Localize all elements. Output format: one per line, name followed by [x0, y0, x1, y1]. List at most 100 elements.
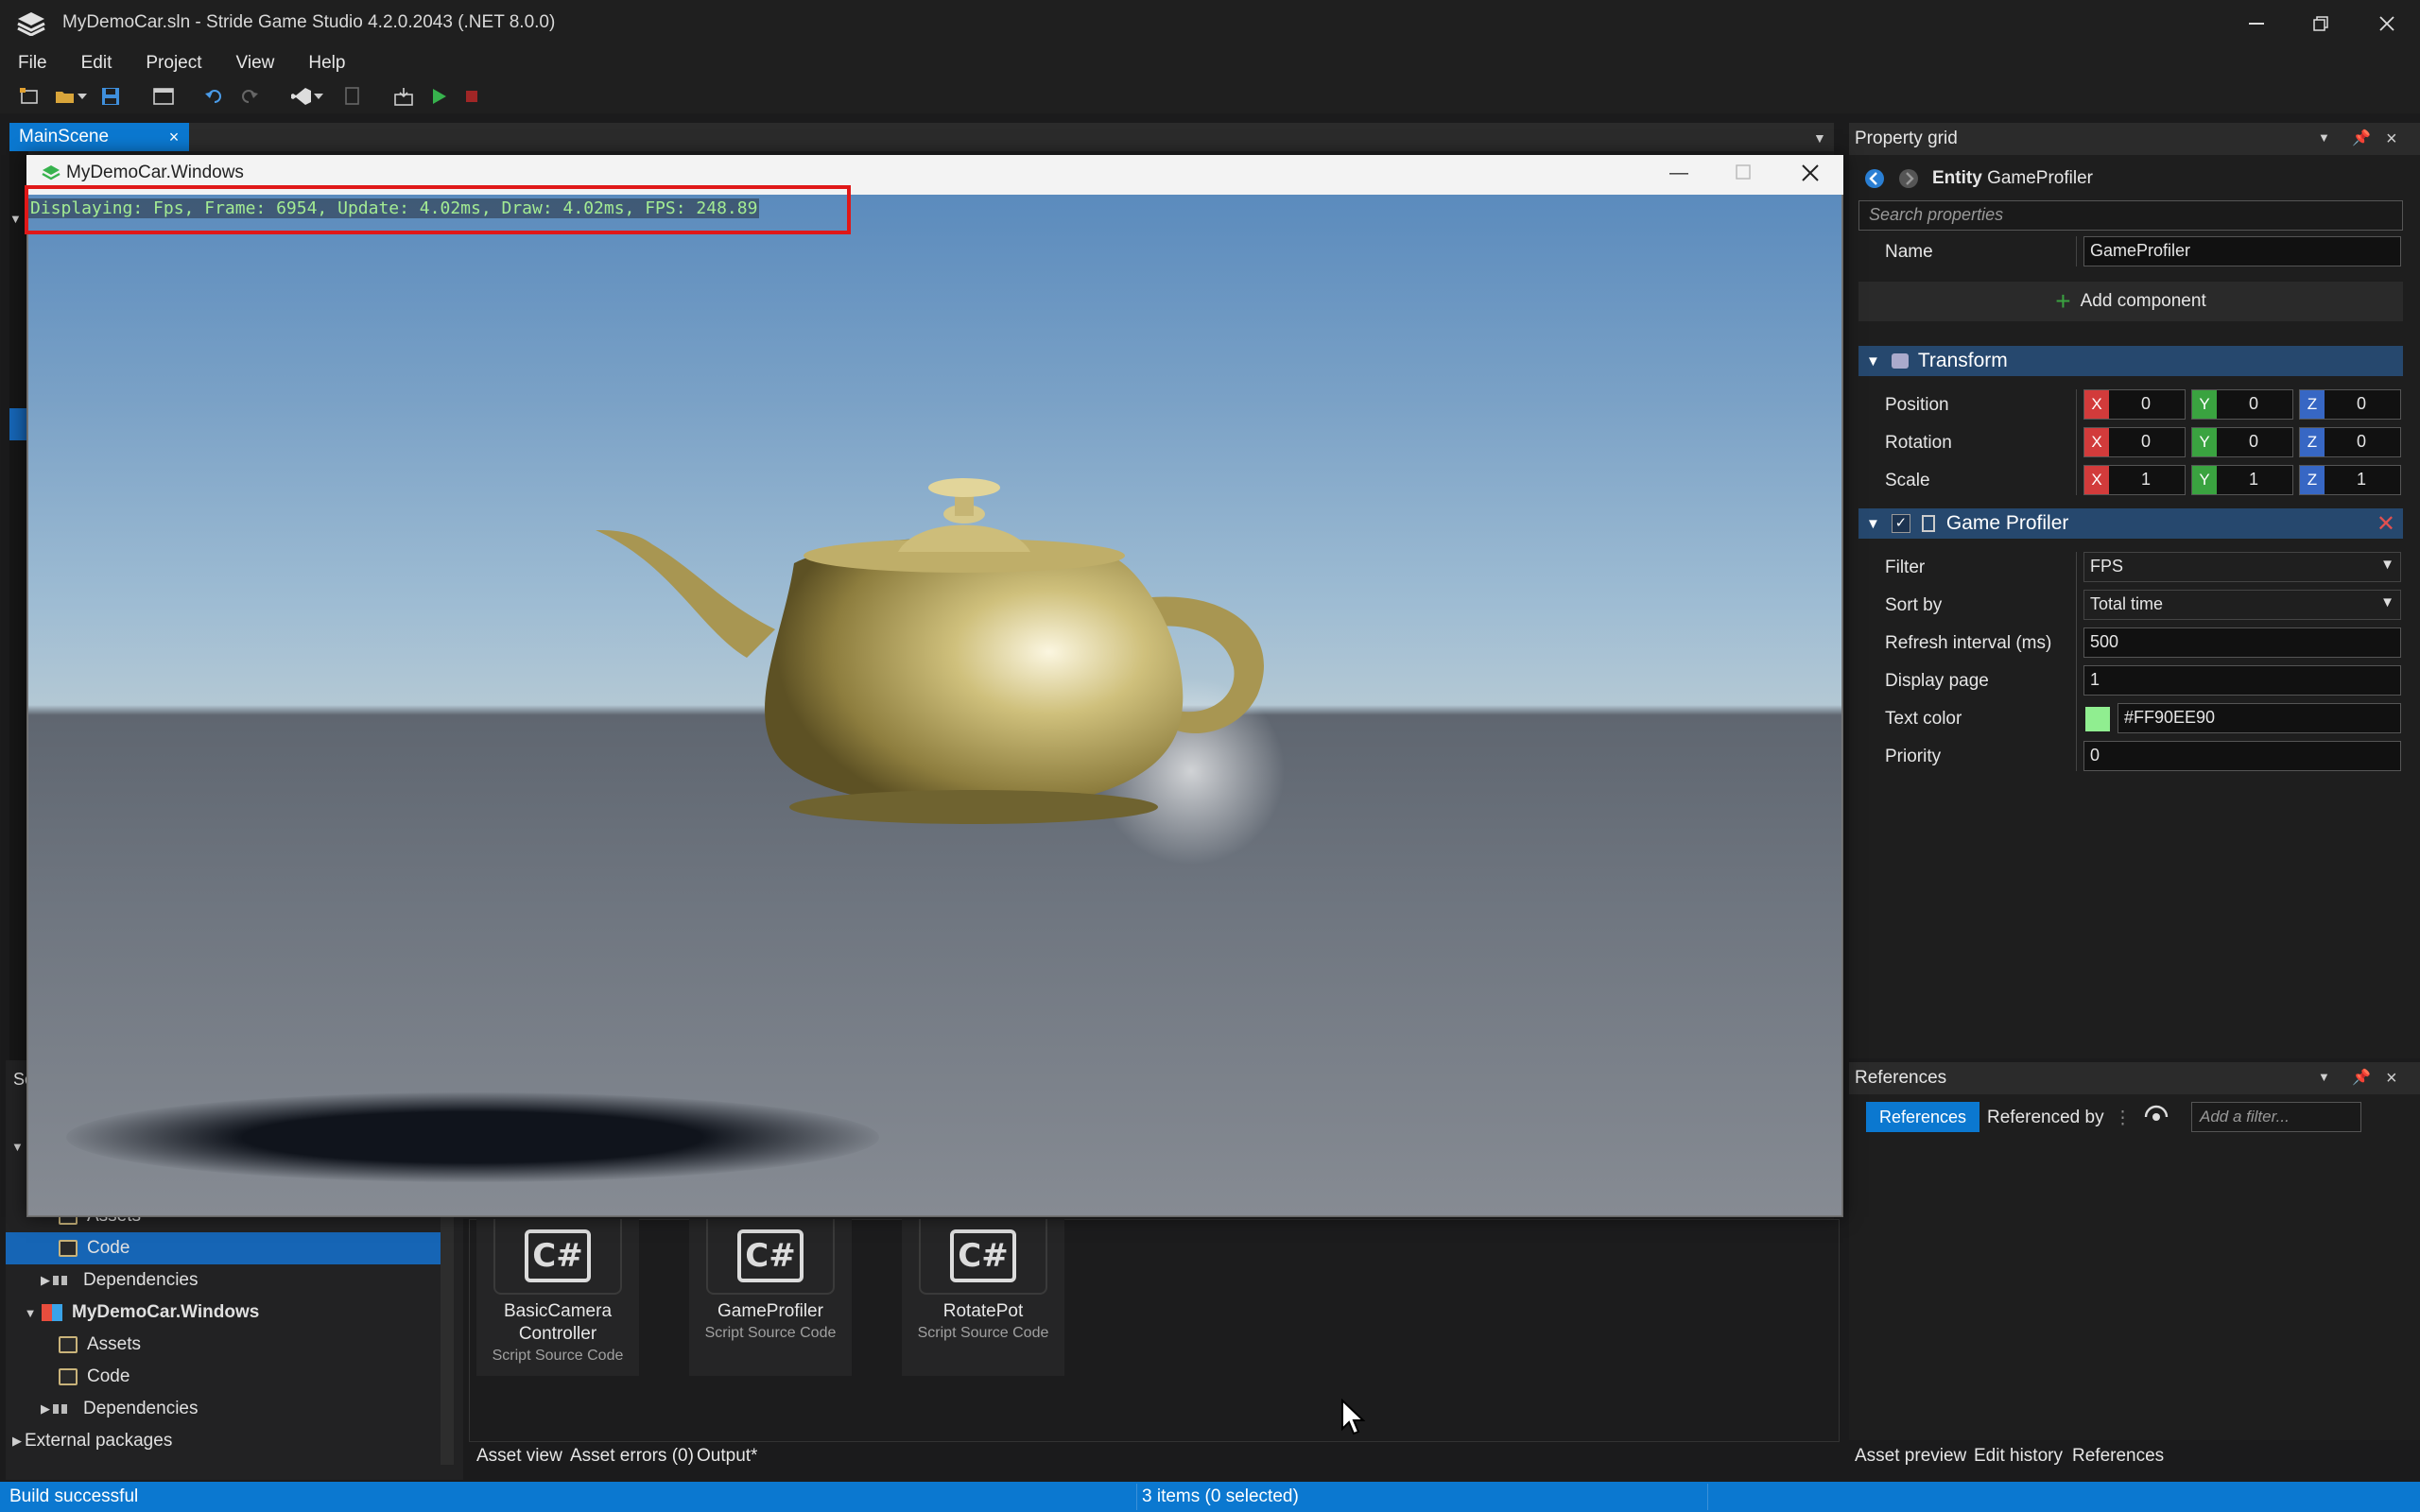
package-icon[interactable]: [391, 85, 416, 108]
enabled-checkbox[interactable]: ✓: [1891, 514, 1910, 533]
tab-overflow-icon[interactable]: ▼: [1813, 130, 1826, 146]
redo-icon[interactable]: [236, 85, 261, 108]
position-y-field[interactable]: Y0: [2191, 389, 2293, 420]
tab-mainscene[interactable]: MainScene: [9, 123, 189, 151]
rotation-x-field[interactable]: X0: [2083, 427, 2186, 457]
save-icon[interactable]: [98, 85, 123, 108]
expand-arrow-icon[interactable]: ▶: [38, 1401, 53, 1417]
transform-section-header[interactable]: ▼ Transform: [1858, 346, 2403, 376]
position-z-field[interactable]: Z0: [2299, 389, 2401, 420]
collapse-arrow-icon[interactable]: ▼: [1866, 516, 1880, 532]
tab-references[interactable]: References: [2072, 1446, 2164, 1467]
tab-output[interactable]: Output*: [697, 1446, 757, 1467]
rotation-z-field[interactable]: Z0: [2299, 427, 2401, 457]
back-icon[interactable]: [1864, 168, 1885, 195]
visual-studio-icon[interactable]: [289, 85, 314, 108]
layout-icon[interactable]: [151, 85, 176, 108]
game-minimize-button[interactable]: —: [1669, 163, 1688, 184]
tab-asset-view[interactable]: Asset view: [476, 1446, 562, 1467]
asset-basiccameracontroller[interactable]: C# BasicCamera Controller Script Source C…: [476, 1219, 639, 1376]
collapse-arrow-icon[interactable]: ▼: [1866, 353, 1880, 369]
pin-icon[interactable]: 📌: [2352, 1068, 2371, 1087]
panel-menu-icon[interactable]: ▼: [2318, 130, 2330, 145]
axis-x-badge: X: [2084, 428, 2109, 456]
expand-arrow-icon[interactable]: ▶: [38, 1273, 53, 1288]
axis-y-badge: Y: [2192, 466, 2217, 494]
close-tab-icon[interactable]: ×: [164, 128, 183, 146]
tab-asset-preview[interactable]: Asset preview: [1855, 1446, 1966, 1467]
add-component-label: Add component: [2080, 291, 2206, 311]
status-separator: [1707, 1484, 1708, 1510]
restore-button[interactable]: [2297, 8, 2344, 40]
menu-view[interactable]: View: [228, 53, 285, 74]
display-page-field[interactable]: 1: [2083, 665, 2401, 696]
panel-menu-icon[interactable]: ▼: [2318, 1070, 2330, 1084]
forward-icon[interactable]: [1898, 168, 1919, 195]
new-project-icon[interactable]: [17, 85, 42, 108]
vector-value: 0: [2140, 394, 2151, 413]
show-hidden-icon[interactable]: [2144, 1104, 2169, 1128]
add-component-button[interactable]: + Add component: [1858, 282, 2403, 321]
undo-icon[interactable]: [202, 85, 227, 108]
text-color-field[interactable]: #FF90EE90: [2118, 703, 2401, 733]
sortby-dropdown[interactable]: Total time ▼: [2083, 590, 2401, 620]
references-toggle[interactable]: References: [1866, 1102, 1979, 1132]
scale-z-field[interactable]: Z1: [2299, 465, 2401, 495]
expand-arrow-icon[interactable]: ▶: [9, 1434, 25, 1449]
referenced-by-toggle[interactable]: Referenced by: [1987, 1108, 2104, 1128]
play-icon[interactable]: [427, 85, 452, 108]
menu-help[interactable]: Help: [300, 53, 355, 74]
game-close-button[interactable]: [1802, 164, 1819, 187]
text-color-swatch[interactable]: [2085, 707, 2110, 731]
priority-field[interactable]: 0: [2083, 741, 2401, 771]
game-viewport[interactable]: [28, 195, 1841, 1215]
asset-rotatepot[interactable]: C# RotatePot Script Source Code: [902, 1219, 1064, 1376]
tree-item-label: Code: [87, 1238, 130, 1258]
tree-item-assets[interactable]: Assets: [6, 1329, 441, 1361]
rotation-y-field[interactable]: Y0: [2191, 427, 2293, 457]
expand-arrow-icon[interactable]: ▼: [9, 212, 22, 226]
close-panel-icon[interactable]: ×: [2386, 129, 2397, 150]
menu-file[interactable]: File: [9, 53, 58, 74]
scale-y-field[interactable]: Y1: [2191, 465, 2293, 495]
tab-asset-errors[interactable]: Asset errors (0): [570, 1446, 694, 1467]
vector-value: 0: [2356, 432, 2366, 451]
name-field[interactable]: GameProfiler: [2083, 236, 2401, 266]
menu-edit[interactable]: Edit: [73, 53, 123, 74]
filter-dropdown[interactable]: FPS ▼: [2083, 552, 2401, 582]
game-profiler-section-header[interactable]: ▼ ✓ Game Profiler ✕: [1858, 508, 2403, 539]
column-separator: [2076, 552, 2077, 771]
pin-icon[interactable]: 📌: [2352, 129, 2371, 147]
tab-edit-history[interactable]: Edit history: [1974, 1446, 2063, 1467]
scale-x-field[interactable]: X1: [2083, 465, 2186, 495]
position-x-field[interactable]: X0: [2083, 389, 2186, 420]
stop-icon[interactable]: [459, 85, 484, 108]
collapse-arrow-icon[interactable]: ▼: [23, 1306, 38, 1320]
game-maximize-button[interactable]: [1736, 164, 1751, 185]
folder-icon: [59, 1336, 78, 1353]
reload-assemblies-icon[interactable]: [340, 85, 365, 108]
minimize-button[interactable]: [2233, 8, 2280, 40]
collapse-arrow-icon[interactable]: ▼: [11, 1140, 24, 1154]
remove-component-icon[interactable]: ✕: [2377, 510, 2395, 538]
tree-item-code[interactable]: Code: [6, 1232, 441, 1264]
tree-item-external-packages[interactable]: ▶ External packages: [6, 1425, 441, 1457]
references-title: References: [1855, 1068, 1947, 1088]
tree-item-project-windows[interactable]: ▼ MyDemoCar.Windows: [6, 1297, 441, 1329]
menu-project[interactable]: Project: [137, 53, 212, 74]
asset-thumbnail: C#: [919, 1219, 1047, 1295]
tree-item-code[interactable]: Code: [6, 1361, 441, 1393]
close-panel-icon[interactable]: ×: [2386, 1068, 2397, 1090]
refresh-interval-field[interactable]: 500: [2083, 627, 2401, 658]
close-window-button[interactable]: [2363, 8, 2411, 40]
open-dropdown-icon[interactable]: [76, 85, 89, 108]
tree-item-dependencies[interactable]: ▶ Dependencies: [6, 1393, 441, 1425]
tree-item-dependencies[interactable]: ▶ Dependencies: [6, 1264, 441, 1297]
display-page-label: Display page: [1885, 671, 1989, 691]
search-properties-input[interactable]: Search properties: [1858, 200, 2403, 231]
tree-item-label: Assets: [87, 1334, 142, 1354]
open-folder-icon[interactable]: [53, 85, 78, 108]
references-filter-input[interactable]: Add a filter...: [2191, 1102, 2361, 1132]
asset-gameprofiler[interactable]: C# GameProfiler Script Source Code: [689, 1219, 852, 1376]
vs-dropdown-icon[interactable]: [312, 85, 325, 108]
